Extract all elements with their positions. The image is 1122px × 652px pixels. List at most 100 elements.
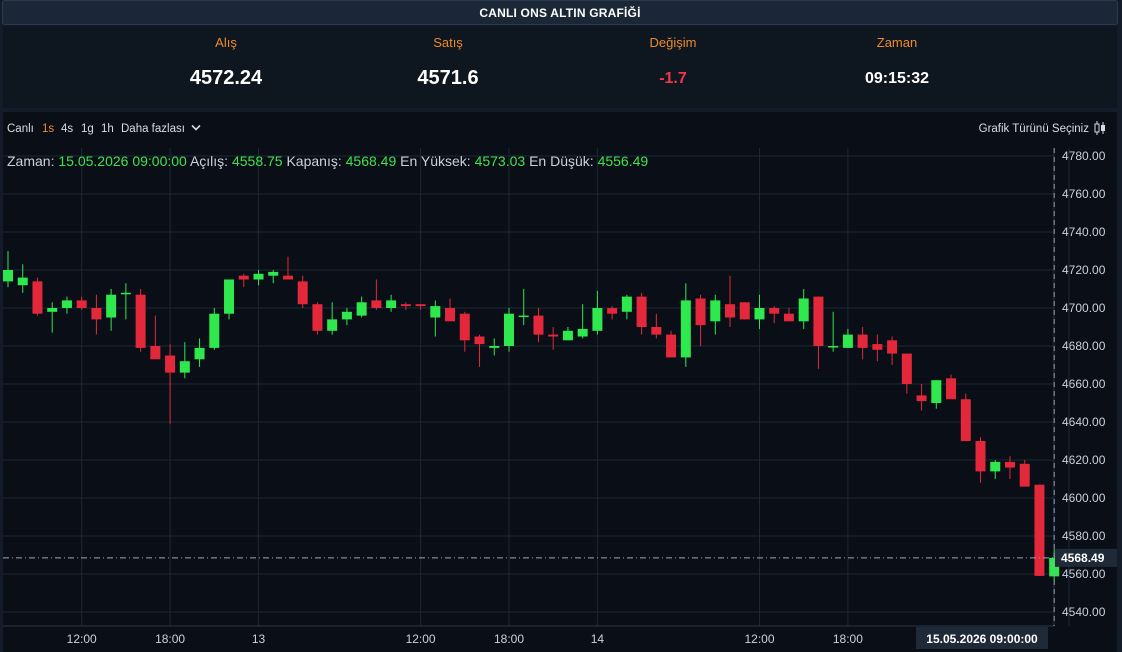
candle-body <box>106 294 117 318</box>
candle-body <box>651 327 662 335</box>
ask-label: Satış <box>433 35 463 50</box>
crosshair-time-label: 15.05.2026 09:00:00 <box>926 632 1038 646</box>
chevron-down-icon <box>191 124 201 131</box>
candle-body <box>489 346 500 348</box>
candle-body <box>887 340 898 354</box>
chart-toolbar: Canlı 1s 4s 1g 1h Daha fazlası Grafik Tü… <box>3 112 1117 148</box>
candle-body <box>990 461 1001 472</box>
candle-body <box>901 353 912 384</box>
candle-body <box>459 313 470 341</box>
x-tick-label: 12:00 <box>67 632 97 646</box>
candle <box>1019 460 1030 487</box>
candle-body <box>946 378 957 400</box>
candlestick-icon[interactable] <box>1093 120 1107 136</box>
candle-body <box>798 298 809 322</box>
candle-body <box>769 308 780 314</box>
live-button[interactable]: Canlı <box>7 123 34 135</box>
candle-body <box>47 308 58 312</box>
x-tick-label: 14 <box>591 632 605 646</box>
legend-open-label: Açılış: <box>189 153 229 169</box>
interval-1h-button[interactable]: 1h <box>101 123 114 135</box>
ask-value: 4571.6 <box>417 67 479 89</box>
candle-body <box>445 308 456 322</box>
candle-body <box>341 311 352 320</box>
candle-body <box>695 298 706 326</box>
x-tick-label: 13 <box>252 632 266 646</box>
interval-1g-button[interactable]: 1g <box>81 123 94 135</box>
candle-body <box>3 270 13 282</box>
candle <box>1034 484 1045 576</box>
candle-body <box>872 344 883 350</box>
candle-body <box>680 300 691 358</box>
candle-body <box>386 300 397 308</box>
chart-panel: 4540.00 4560.00 4580.00 4600.00 4620.00 4640.… <box>3 112 1117 652</box>
legend-high-label: En Yüksek: <box>400 153 471 169</box>
x-tick-label: 18:00 <box>155 632 185 646</box>
candle-body <box>312 304 323 331</box>
bid-value: 4572.24 <box>189 67 263 89</box>
x-tick-label: 12:00 <box>406 632 436 646</box>
candle-body <box>548 334 559 337</box>
candle-body <box>194 347 205 360</box>
price-ticker: Alış 4572.24 Satış 4571.6 Değişim -1.7 Z… <box>3 26 1117 108</box>
candle-body <box>400 304 411 307</box>
legend-close-label: Kapanış: <box>286 153 342 169</box>
candle-body <box>165 355 176 373</box>
candle <box>503 308 514 352</box>
legend-low-label: En Düşük: <box>529 153 594 169</box>
candle-body <box>415 304 426 307</box>
candlestick-chart[interactable]: 4540.004560.004580.004600.004620.004640.… <box>3 112 1117 652</box>
interval-4s-button[interactable]: 4s <box>61 123 73 135</box>
candle-body <box>916 395 927 402</box>
candle-body <box>282 275 293 280</box>
candle-body <box>327 319 338 331</box>
legend-open-value: 4558.75 <box>231 153 283 169</box>
candle <box>224 279 235 320</box>
candle-body <box>224 279 235 314</box>
candle-body <box>179 361 190 373</box>
candle-body <box>754 308 765 320</box>
candle-body <box>533 315 544 335</box>
x-tick-label: 12:00 <box>744 632 774 646</box>
candle-body <box>61 300 72 308</box>
candle-body <box>842 334 853 348</box>
candle <box>960 393 971 441</box>
candle-body <box>209 313 220 348</box>
candle-body <box>562 330 573 341</box>
candle-body <box>503 313 514 346</box>
candle-body <box>960 399 971 441</box>
candle-body <box>1004 461 1015 468</box>
more-intervals-dropdown[interactable]: Daha fazlası <box>121 123 201 135</box>
candle-body <box>739 302 750 320</box>
candle-body <box>371 300 382 308</box>
legend-low-value: 4556.49 <box>597 153 649 169</box>
legend-close-value: 4568.49 <box>345 153 397 169</box>
candle-body <box>150 346 161 360</box>
candle-body <box>135 294 146 348</box>
bid-label: Alış <box>215 35 237 50</box>
interval-1s-button[interactable]: 1s <box>42 123 54 135</box>
legend-time-label: Zaman: <box>7 153 55 169</box>
candle-body <box>238 275 249 280</box>
candle-body <box>931 380 942 403</box>
candle-body <box>577 328 588 337</box>
candle-body <box>356 302 367 316</box>
candle-body <box>91 308 102 320</box>
candle-body <box>76 300 87 308</box>
candle-body <box>710 300 721 322</box>
chart-type-selector[interactable]: Grafik Türünü Seçiniz <box>979 123 1089 135</box>
candle <box>135 289 146 352</box>
candle-body <box>783 313 794 322</box>
candle-body <box>666 334 677 358</box>
candle-body <box>725 304 736 318</box>
x-tick-label: 18:00 <box>833 632 863 646</box>
candle <box>739 302 750 320</box>
candle-body <box>32 281 43 314</box>
candle-body <box>430 306 441 318</box>
candle-body <box>828 346 839 348</box>
candle-body <box>1034 484 1045 576</box>
candle-body <box>518 315 529 318</box>
candle <box>32 277 43 316</box>
more-intervals-label: Daha fazlası <box>121 123 185 135</box>
candle-body <box>975 441 986 472</box>
